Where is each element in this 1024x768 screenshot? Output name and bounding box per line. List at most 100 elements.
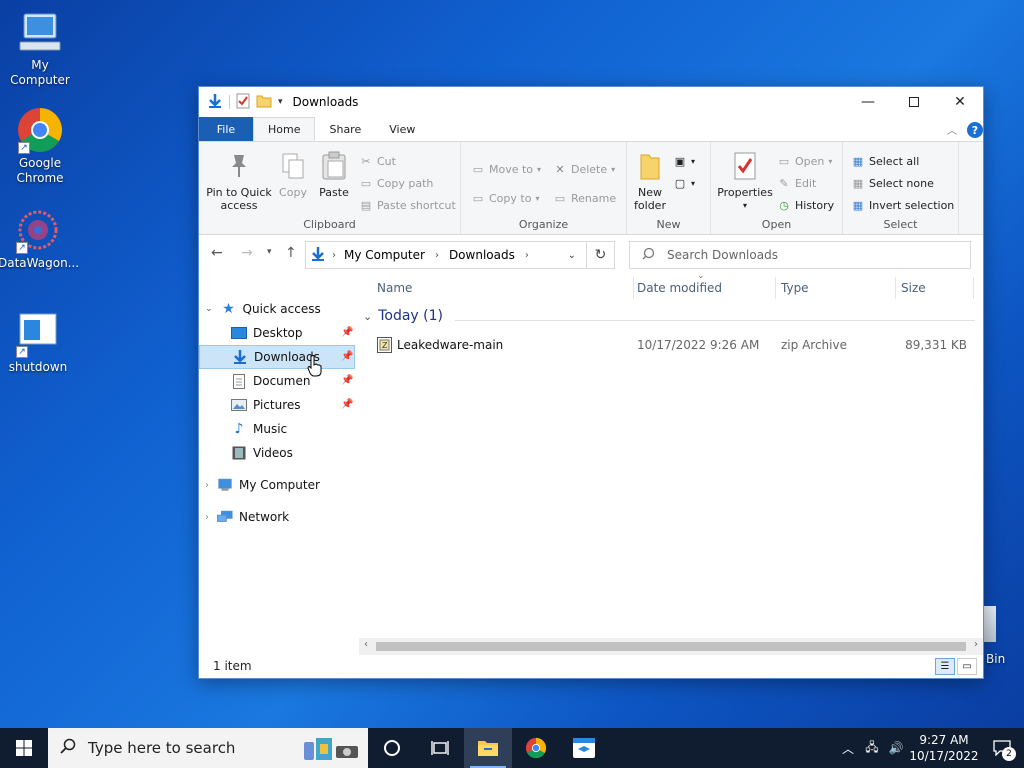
download-arrow-icon bbox=[207, 93, 223, 112]
history-button[interactable]: ◷ History bbox=[777, 198, 834, 212]
refresh-button[interactable]: ↻ bbox=[587, 241, 615, 269]
cut-button[interactable]: ✂ Cut bbox=[359, 154, 396, 168]
copy-button[interactable]: Copy bbox=[275, 150, 311, 199]
properties-button[interactable]: Properties ▾ bbox=[715, 150, 775, 212]
new-group: New folder ▣ ▾ ▢ ▾ New bbox=[627, 142, 711, 234]
desktop-icon-chrome[interactable]: ↗ Google Chrome bbox=[0, 106, 80, 186]
breadcrumb-downloads[interactable]: Downloads bbox=[449, 248, 515, 262]
invert-selection-button[interactable]: ▦ Invert selection bbox=[851, 198, 954, 212]
breadcrumb-my-computer[interactable]: My Computer bbox=[344, 248, 425, 262]
taskbar-chrome[interactable] bbox=[512, 728, 560, 768]
start-button[interactable] bbox=[0, 728, 48, 768]
back-arrow-icon[interactable]: ← bbox=[211, 245, 223, 261]
recycle-bin-icon[interactable] bbox=[982, 606, 996, 642]
select-none-button[interactable]: ▦ Select none bbox=[851, 176, 934, 190]
paste-shortcut-button[interactable]: ▤ Paste shortcut bbox=[359, 198, 456, 212]
desktop-icon-my-computer[interactable]: My Computer bbox=[0, 8, 80, 88]
large-icons-view-icon: ▭ bbox=[962, 661, 972, 672]
pin-to-quick-access-button[interactable]: Pin to Quick access bbox=[203, 150, 275, 212]
details-view-button[interactable]: ☰ bbox=[935, 658, 955, 675]
column-name[interactable]: Name bbox=[359, 273, 633, 303]
nav-videos[interactable]: Videos bbox=[231, 441, 293, 465]
pictures-icon bbox=[231, 397, 247, 413]
nav-documents[interactable]: Documents bbox=[231, 369, 311, 393]
forward-arrow-icon[interactable]: → bbox=[241, 245, 253, 261]
paste-shortcut-icon: ▤ bbox=[360, 198, 372, 212]
taskbar-file-explorer[interactable] bbox=[464, 728, 512, 768]
nav-pictures[interactable]: Pictures bbox=[231, 393, 301, 417]
taskbar-search-input[interactable]: Type here to search bbox=[48, 728, 368, 768]
column-size[interactable]: Size bbox=[883, 273, 973, 303]
task-view-button[interactable] bbox=[416, 728, 464, 768]
easy-access-button[interactable]: ▢ ▾ bbox=[673, 176, 695, 190]
scrollbar-thumb[interactable] bbox=[376, 642, 966, 651]
tab-view[interactable]: View bbox=[375, 117, 429, 141]
minimize-button[interactable]: — bbox=[845, 87, 891, 117]
nav-desktop[interactable]: Desktop bbox=[231, 321, 303, 345]
help-icon[interactable]: ? bbox=[967, 122, 983, 138]
copy-path-button[interactable]: ▭ Copy path bbox=[359, 176, 434, 190]
copy-to-button[interactable]: ▭ Copy to ▾ bbox=[471, 191, 540, 205]
horizontal-scrollbar[interactable]: ‹ › bbox=[359, 638, 983, 655]
tab-file[interactable]: File bbox=[199, 117, 253, 141]
recent-locations-chevron-icon[interactable]: ▾ bbox=[267, 247, 272, 257]
properties-check-icon[interactable] bbox=[236, 93, 250, 112]
desktop-icon-label: shutdown bbox=[8, 360, 68, 374]
edit-button[interactable]: ✎ Edit bbox=[777, 176, 816, 190]
shortcut-arrow-icon: ↗ bbox=[16, 242, 28, 254]
group-header-today[interactable]: ⌄ Today (1) bbox=[363, 308, 443, 324]
network-icon bbox=[217, 509, 233, 525]
maximize-button[interactable] bbox=[891, 87, 937, 117]
properties-icon bbox=[729, 150, 761, 182]
desktop-icon-datawagon[interactable]: ↗ DataWagon... bbox=[0, 206, 80, 271]
new-folder-icon[interactable] bbox=[256, 94, 272, 111]
delete-button[interactable]: ✕ Delete ▾ bbox=[553, 162, 615, 176]
notification-center-button[interactable]: 2 bbox=[980, 728, 1024, 768]
paste-button[interactable]: Paste bbox=[313, 150, 355, 199]
cortana-circle-icon bbox=[384, 740, 400, 756]
show-hidden-icons-chevron-icon[interactable]: ︿ bbox=[836, 740, 860, 757]
cortana-button[interactable] bbox=[368, 728, 416, 768]
table-row[interactable]: Z Leakedware-main 10/17/2022 9:26 AM zip… bbox=[359, 335, 983, 357]
collapse-ribbon-chevron-icon[interactable]: ︿ bbox=[947, 122, 957, 137]
customize-toolbar-chevron-icon[interactable]: ▾ bbox=[278, 97, 283, 107]
open-button[interactable]: ▭ Open ▾ bbox=[777, 154, 833, 168]
desktop-icon-shutdown[interactable]: ↗ shutdown bbox=[0, 310, 78, 375]
file-list-pane: Name ⌄ Date modified Type Size ⌄ Today (… bbox=[359, 271, 983, 653]
nav-music[interactable]: ♪ Music bbox=[231, 417, 288, 441]
shortcut-arrow-icon: ↗ bbox=[16, 346, 28, 358]
invert-selection-icon: ▦ bbox=[852, 198, 864, 212]
music-icon: ♪ bbox=[234, 421, 244, 437]
scroll-left-arrow-icon[interactable]: ‹ bbox=[364, 639, 368, 650]
column-date-modified[interactable]: Date modified bbox=[619, 273, 759, 303]
up-arrow-icon[interactable]: ↑ bbox=[285, 245, 297, 261]
clock[interactable]: 9:27 AM 10/17/2022 bbox=[908, 732, 980, 764]
tab-share[interactable]: Share bbox=[315, 117, 375, 141]
new-folder-button[interactable]: New folder bbox=[631, 150, 669, 212]
quick-access-toolbar: ▾ bbox=[199, 93, 283, 112]
nav-my-computer[interactable]: › My Computer bbox=[205, 473, 320, 497]
select-all-button[interactable]: ▦ Select all bbox=[851, 154, 920, 168]
notification-count-badge: 2 bbox=[1002, 747, 1016, 761]
details-view-icon: ☰ bbox=[940, 661, 950, 672]
desktop-icon-label: DataWagon... bbox=[0, 256, 80, 270]
tab-home[interactable]: Home bbox=[253, 117, 316, 141]
close-button[interactable]: ✕ bbox=[937, 87, 983, 117]
nav-downloads[interactable]: Downloads bbox=[199, 345, 355, 369]
nav-quick-access[interactable]: ⌄ ★ Quick access bbox=[205, 297, 321, 321]
volume-icon[interactable]: 🔊 bbox=[884, 741, 908, 755]
network-tray-icon[interactable]: 🖧 bbox=[860, 738, 884, 759]
taskbar-app[interactable] bbox=[560, 728, 608, 768]
computer-icon bbox=[16, 8, 64, 56]
move-to-button[interactable]: ▭ Move to ▾ bbox=[471, 162, 541, 176]
search-input[interactable]: Search Downloads bbox=[629, 241, 971, 269]
large-icons-view-button[interactable]: ▭ bbox=[957, 658, 977, 675]
group-label: Open bbox=[761, 218, 792, 231]
scroll-right-arrow-icon[interactable]: › bbox=[974, 639, 978, 650]
rename-button[interactable]: ▭ Rename bbox=[553, 191, 616, 205]
address-history-chevron-icon[interactable]: ⌄ bbox=[568, 250, 576, 261]
new-item-button[interactable]: ▣ ▾ bbox=[673, 154, 695, 168]
column-type[interactable]: Type bbox=[763, 273, 883, 303]
address-bar[interactable]: › My Computer › Downloads › ⌄ bbox=[305, 241, 587, 269]
nav-network[interactable]: › Network bbox=[205, 505, 289, 529]
